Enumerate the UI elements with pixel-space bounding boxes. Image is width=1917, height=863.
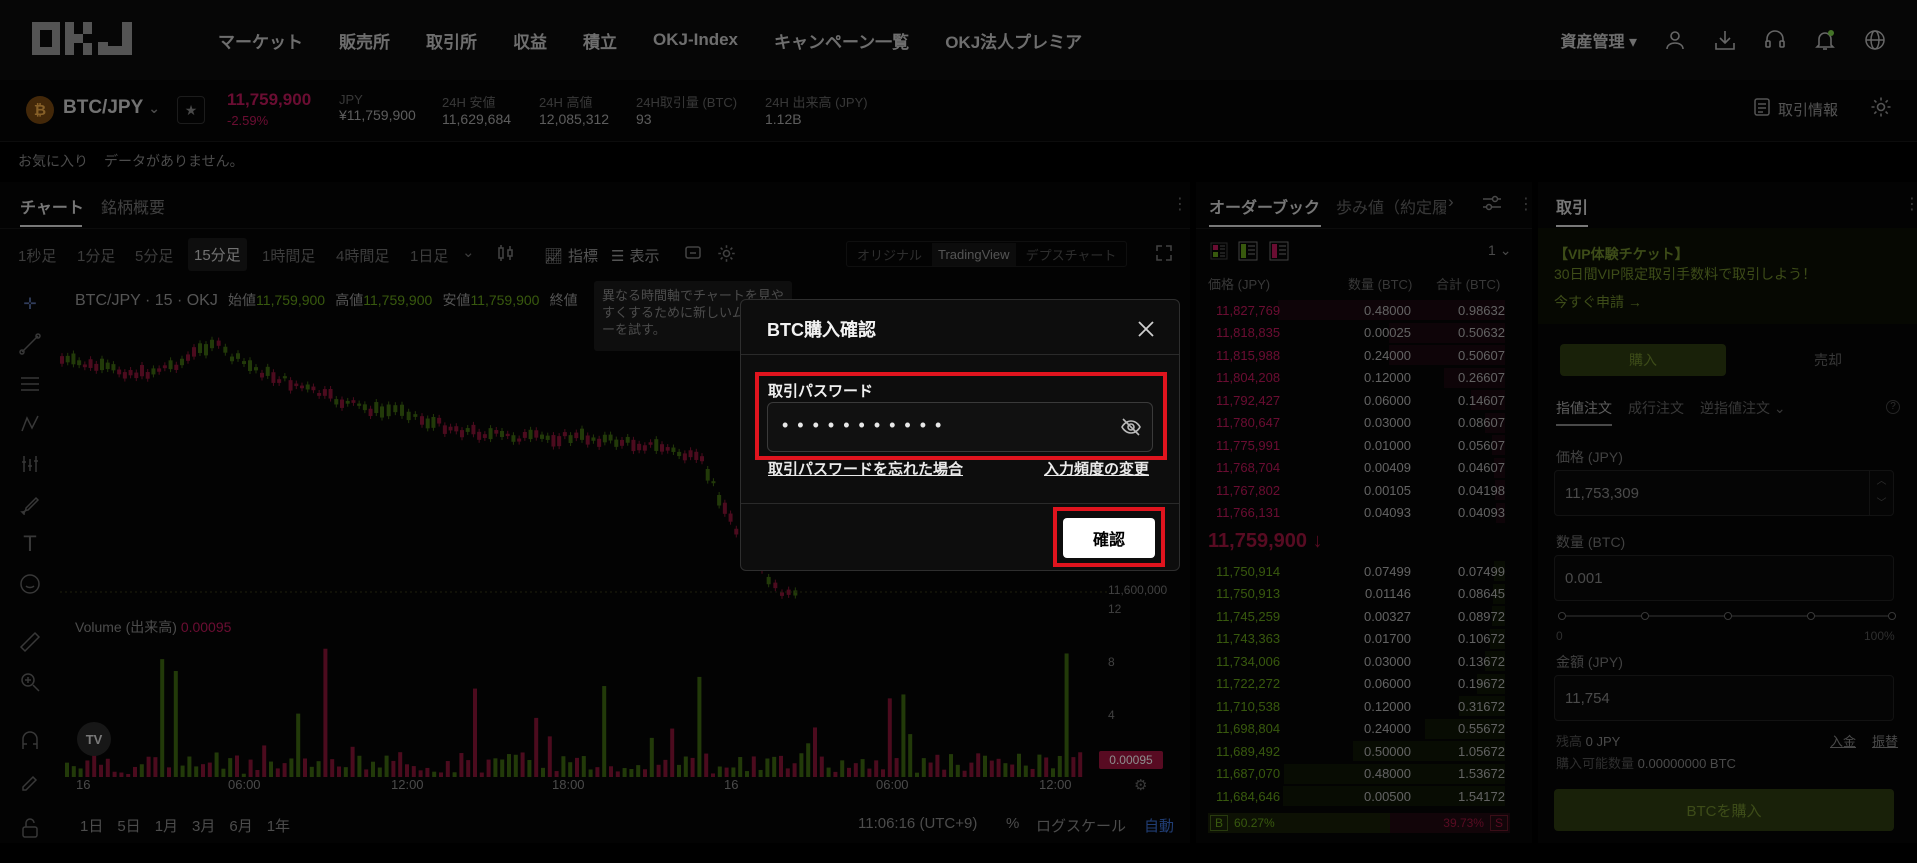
confirm-button[interactable]: 確認 <box>1063 518 1155 558</box>
purchase-confirm-dialog: BTC購入確認 取引パスワード • • • • • • • • • • • 取引… <box>740 299 1180 571</box>
dialog-title: BTC購入確認 <box>767 320 876 340</box>
input-frequency-link[interactable]: 入力頻度の変更 <box>1044 458 1149 479</box>
eye-slash-icon[interactable] <box>1120 416 1142 443</box>
password-masked-value: • • • • • • • • • • • <box>782 415 944 435</box>
forgot-password-link[interactable]: 取引パスワードを忘れた場合 <box>768 458 963 479</box>
password-label: 取引パスワード <box>768 383 874 400</box>
dialog-divider <box>741 354 1179 355</box>
dialog-divider <box>741 503 1179 504</box>
close-icon[interactable] <box>1131 314 1161 344</box>
password-input[interactable]: • • • • • • • • • • • <box>767 402 1153 452</box>
confirm-button-label: 確認 <box>1092 532 1125 549</box>
